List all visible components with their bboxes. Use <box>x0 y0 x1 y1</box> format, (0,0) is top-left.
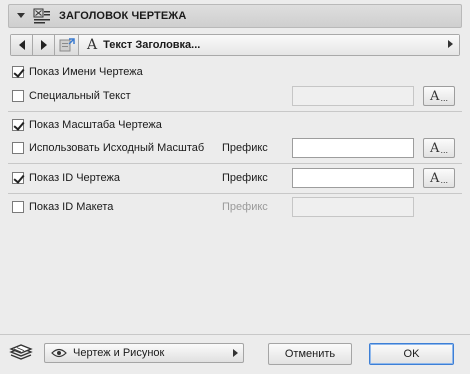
show-drawing-scale-label: Показ Масштаба Чертежа <box>29 119 162 131</box>
show-layout-id-label: Показ ID Макета <box>29 201 114 213</box>
show-layout-id-row[interactable]: Показ ID Макета <box>12 197 113 217</box>
layers-icon[interactable] <box>8 343 34 363</box>
ok-button[interactable]: OK <box>369 343 454 365</box>
scale-prefix-input[interactable] <box>292 138 414 158</box>
divider <box>8 163 462 164</box>
show-drawing-scale-checkbox[interactable] <box>12 119 24 131</box>
show-drawing-id-checkbox[interactable] <box>12 172 24 184</box>
drawing-id-prefix-label: Префикс <box>222 172 268 184</box>
font-a-icon: A <box>430 88 440 104</box>
scale-font-button[interactable]: A... <box>423 138 455 158</box>
drawing-id-prefix-input[interactable] <box>292 168 414 188</box>
drawing-id-font-button[interactable]: A... <box>423 168 455 188</box>
arrow-left-icon <box>18 40 25 50</box>
title-text-dropdown[interactable]: A Текст Заголовка... <box>79 35 459 55</box>
section-header[interactable]: ЗАГОЛОВОК ЧЕРТЕЖА <box>8 4 462 28</box>
show-drawing-scale-row[interactable]: Показ Масштаба Чертежа <box>12 115 162 135</box>
next-button[interactable] <box>33 35 55 55</box>
font-a-icon: A <box>430 140 440 156</box>
show-layout-id-checkbox[interactable] <box>12 201 24 213</box>
use-original-scale-row[interactable]: Использовать Исходный Масштаб <box>12 138 204 158</box>
collapse-triangle-icon[interactable] <box>17 13 25 18</box>
layout-id-prefix-input[interactable] <box>292 197 414 217</box>
font-a-icon: A <box>87 37 98 53</box>
title-settings-icon <box>59 38 75 52</box>
title-settings-button[interactable] <box>55 35 79 55</box>
cancel-button[interactable]: Отменить <box>268 343 352 365</box>
special-text-label: Специальный Текст <box>29 90 131 102</box>
section-title: ЗАГОЛОВОК ЧЕРТЕЖА <box>59 10 187 22</box>
font-a-icon: A <box>430 170 440 186</box>
special-text-checkbox[interactable] <box>12 90 24 102</box>
divider <box>8 193 462 194</box>
show-drawing-name-row[interactable]: Показ Имени Чертежа <box>12 62 143 82</box>
use-original-scale-label: Использовать Исходный Масштаб <box>29 142 205 154</box>
divider <box>8 111 462 112</box>
show-drawing-id-label: Показ ID Чертежа <box>29 172 120 184</box>
arrow-right-icon <box>40 40 47 50</box>
view-mode-label: Чертеж и Рисунок <box>73 347 165 359</box>
special-text-field[interactable] <box>292 86 414 106</box>
scale-prefix-label: Префикс <box>222 142 268 154</box>
use-original-scale-checkbox[interactable] <box>12 142 24 154</box>
view-mode-dropdown[interactable]: Чертеж и Рисунок <box>44 343 244 363</box>
previous-button[interactable] <box>11 35 33 55</box>
chevron-right-icon <box>233 349 238 357</box>
show-drawing-name-checkbox[interactable] <box>12 66 24 78</box>
title-type-navigator: A Текст Заголовка... <box>10 34 460 56</box>
special-text-font-button[interactable]: A... <box>423 86 455 106</box>
footer-divider <box>0 334 470 335</box>
title-text-label: Текст Заголовка... <box>103 39 201 51</box>
layout-id-prefix-label: Префикс <box>222 201 268 213</box>
eye-icon <box>51 348 67 358</box>
show-drawing-name-label: Показ Имени Чертежа <box>29 66 143 78</box>
special-text-row[interactable]: Специальный Текст <box>12 86 131 106</box>
chevron-right-icon <box>448 40 453 48</box>
drawing-title-icon <box>33 8 50 24</box>
show-drawing-id-row[interactable]: Показ ID Чертежа <box>12 168 120 188</box>
